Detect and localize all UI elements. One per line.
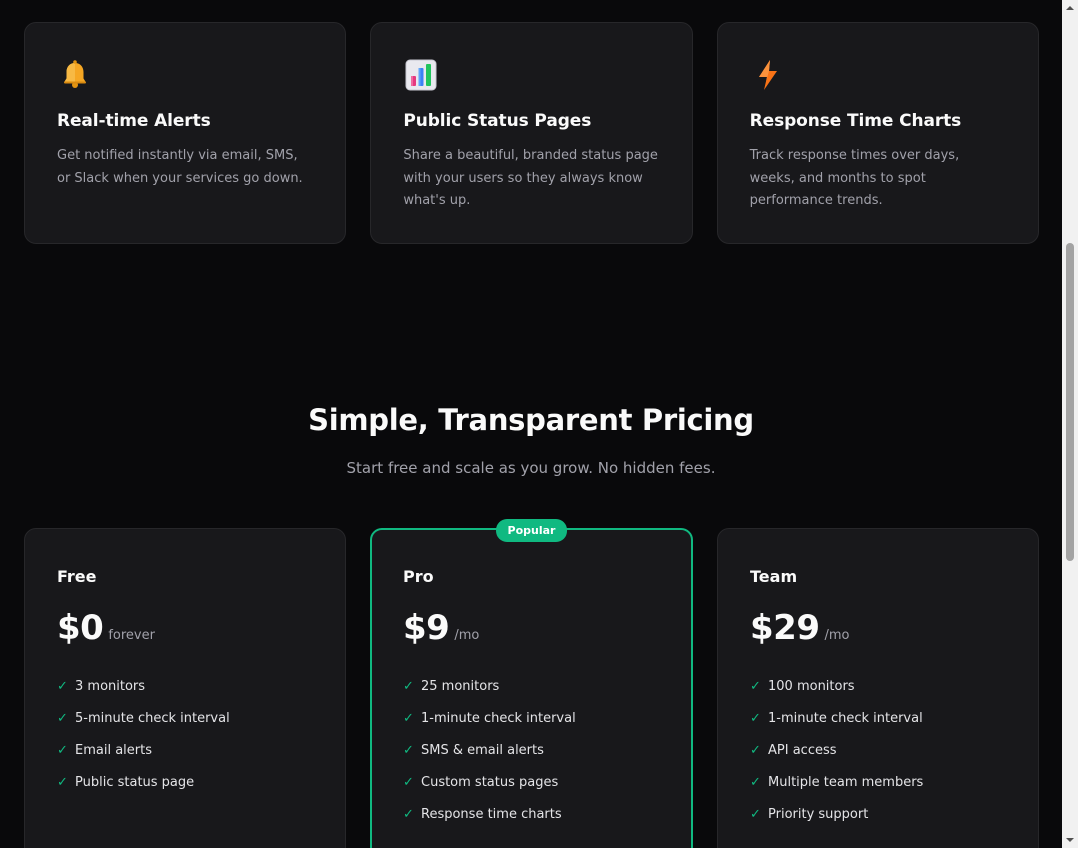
plan-feature-label: API access bbox=[768, 742, 837, 758]
check-icon: ✓ bbox=[750, 710, 761, 726]
check-icon: ✓ bbox=[57, 710, 68, 726]
plan-feature-list: ✓ 25 monitors ✓ 1-minute check interval ✓ S… bbox=[403, 670, 659, 830]
plan-name: Team bbox=[750, 567, 798, 586]
pricing-subtitle: Start free and scale as you grow. No hid… bbox=[346, 459, 716, 477]
bell-icon bbox=[64, 60, 86, 88]
lightning-icon bbox=[758, 60, 777, 90]
plan-price: $29 bbox=[750, 608, 820, 648]
feature-card-alerts: Real-time Alerts Get notified instantly … bbox=[24, 22, 347, 244]
plan-card-pro[interactable]: Popular Pro $9 /mo ✓ 25 monitors ✓ 1-minut… bbox=[370, 519, 693, 848]
plan-feature: ✓ 25 monitors bbox=[403, 670, 659, 702]
check-icon: ✓ bbox=[403, 774, 414, 790]
pricing-plans: Free $0 forever ✓ 3 monitors ✓ 5-minute ch… bbox=[24, 519, 1039, 848]
plan-period: /mo bbox=[824, 628, 850, 643]
check-icon: ✓ bbox=[403, 806, 414, 822]
page: Real-time Alerts Get notified instantly … bbox=[0, 0, 1062, 848]
plan-feature: ✓ 3 monitors bbox=[57, 670, 313, 702]
check-icon: ✓ bbox=[403, 710, 414, 726]
feature-description: Track response times over days, weeks, a… bbox=[749, 148, 960, 208]
plan-card-team[interactable]: Team $29 /mo ✓ 100 monitors ✓ 1-minute che… bbox=[717, 528, 1039, 848]
vertical-scrollbar[interactable] bbox=[1062, 0, 1078, 848]
plan-feature-label: 3 monitors bbox=[75, 678, 146, 694]
feature-description: Get notified instantly via email, SMS, o… bbox=[57, 148, 303, 186]
plan-feature: ✓ Response time charts bbox=[403, 798, 659, 830]
check-icon: ✓ bbox=[750, 742, 761, 758]
plan-feature: ✓ Priority support bbox=[750, 798, 1006, 830]
feature-card-status-pages: Public Status Pages Share a beautiful, b… bbox=[370, 22, 693, 244]
scrollbar-thumb[interactable] bbox=[1066, 243, 1074, 561]
price-line: $29 /mo bbox=[750, 608, 1006, 648]
feature-description: Share a beautiful, branded status page w… bbox=[403, 148, 658, 208]
plan-period: /mo bbox=[454, 628, 480, 643]
price-line: $0 forever bbox=[57, 608, 313, 648]
plan-feature: ✓ SMS & email alerts bbox=[403, 734, 659, 766]
plan-feature-label: 5-minute check interval bbox=[75, 710, 230, 726]
popular-badge: Popular bbox=[495, 519, 568, 542]
plan-feature: ✓ Public status page bbox=[57, 766, 313, 798]
check-icon: ✓ bbox=[750, 678, 761, 694]
plan-feature-label: 100 monitors bbox=[768, 678, 855, 694]
plan-feature: ✓ API access bbox=[750, 734, 1006, 766]
plan-feature-label: Response time charts bbox=[421, 806, 562, 822]
feature-title: Response Time Charts bbox=[749, 111, 962, 131]
check-icon: ✓ bbox=[403, 678, 414, 694]
plan-feature-list: ✓ 100 monitors ✓ 1-minute check interval ✓… bbox=[750, 670, 1006, 830]
plan-feature-label: 25 monitors bbox=[421, 678, 500, 694]
plan-feature: ✓ Email alerts bbox=[57, 734, 313, 766]
bar-chart-icon bbox=[405, 59, 437, 91]
plan-feature-label: Public status page bbox=[75, 774, 195, 790]
feature-title: Real-time Alerts bbox=[57, 111, 211, 131]
plan-feature-label: Custom status pages bbox=[421, 774, 559, 790]
plan-period: forever bbox=[108, 628, 155, 643]
plan-feature: ✓ 100 monitors bbox=[750, 670, 1006, 702]
plan-price: $9 bbox=[403, 608, 450, 648]
plan-feature-label: SMS & email alerts bbox=[421, 742, 544, 758]
plan-feature-label: 1-minute check interval bbox=[421, 710, 576, 726]
scroll-up-arrow-icon[interactable] bbox=[1062, 0, 1078, 16]
check-icon: ✓ bbox=[57, 742, 68, 758]
plan-feature: ✓ 5-minute check interval bbox=[57, 702, 313, 734]
pricing-title: Simple, Transparent Pricing bbox=[308, 403, 754, 437]
scroll-down-arrow-icon[interactable] bbox=[1062, 832, 1078, 848]
plan-feature-label: Email alerts bbox=[75, 742, 152, 758]
feature-card-response-charts: Response Time Charts Track response time… bbox=[716, 22, 1039, 244]
check-icon: ✓ bbox=[57, 678, 68, 694]
plan-feature: ✓ 1-minute check interval bbox=[403, 702, 659, 734]
plan-feature-list: ✓ 3 monitors ✓ 5-minute check interval ✓ Em… bbox=[57, 670, 313, 798]
plan-name: Pro bbox=[403, 567, 434, 586]
check-icon: ✓ bbox=[403, 742, 414, 758]
check-icon: ✓ bbox=[57, 774, 68, 790]
plan-feature-label: 1-minute check interval bbox=[768, 710, 923, 726]
plan-price: $0 bbox=[57, 608, 104, 648]
plan-feature: ✓ Multiple team members bbox=[750, 766, 1006, 798]
check-icon: ✓ bbox=[750, 806, 761, 822]
check-icon: ✓ bbox=[750, 774, 761, 790]
features-section: Real-time Alerts Get notified instantly … bbox=[24, 22, 1039, 244]
plan-feature: ✓ Custom status pages bbox=[403, 766, 659, 798]
plan-name: Free bbox=[57, 567, 97, 586]
plan-feature-label: Priority support bbox=[768, 806, 869, 822]
plan-card-free[interactable]: Free $0 forever ✓ 3 monitors ✓ 5-minute ch… bbox=[24, 528, 346, 848]
price-line: $9 /mo bbox=[403, 608, 659, 648]
feature-title: Public Status Pages bbox=[403, 111, 592, 131]
plan-feature-label: Multiple team members bbox=[768, 774, 924, 790]
plan-feature: ✓ 1-minute check interval bbox=[750, 702, 1006, 734]
